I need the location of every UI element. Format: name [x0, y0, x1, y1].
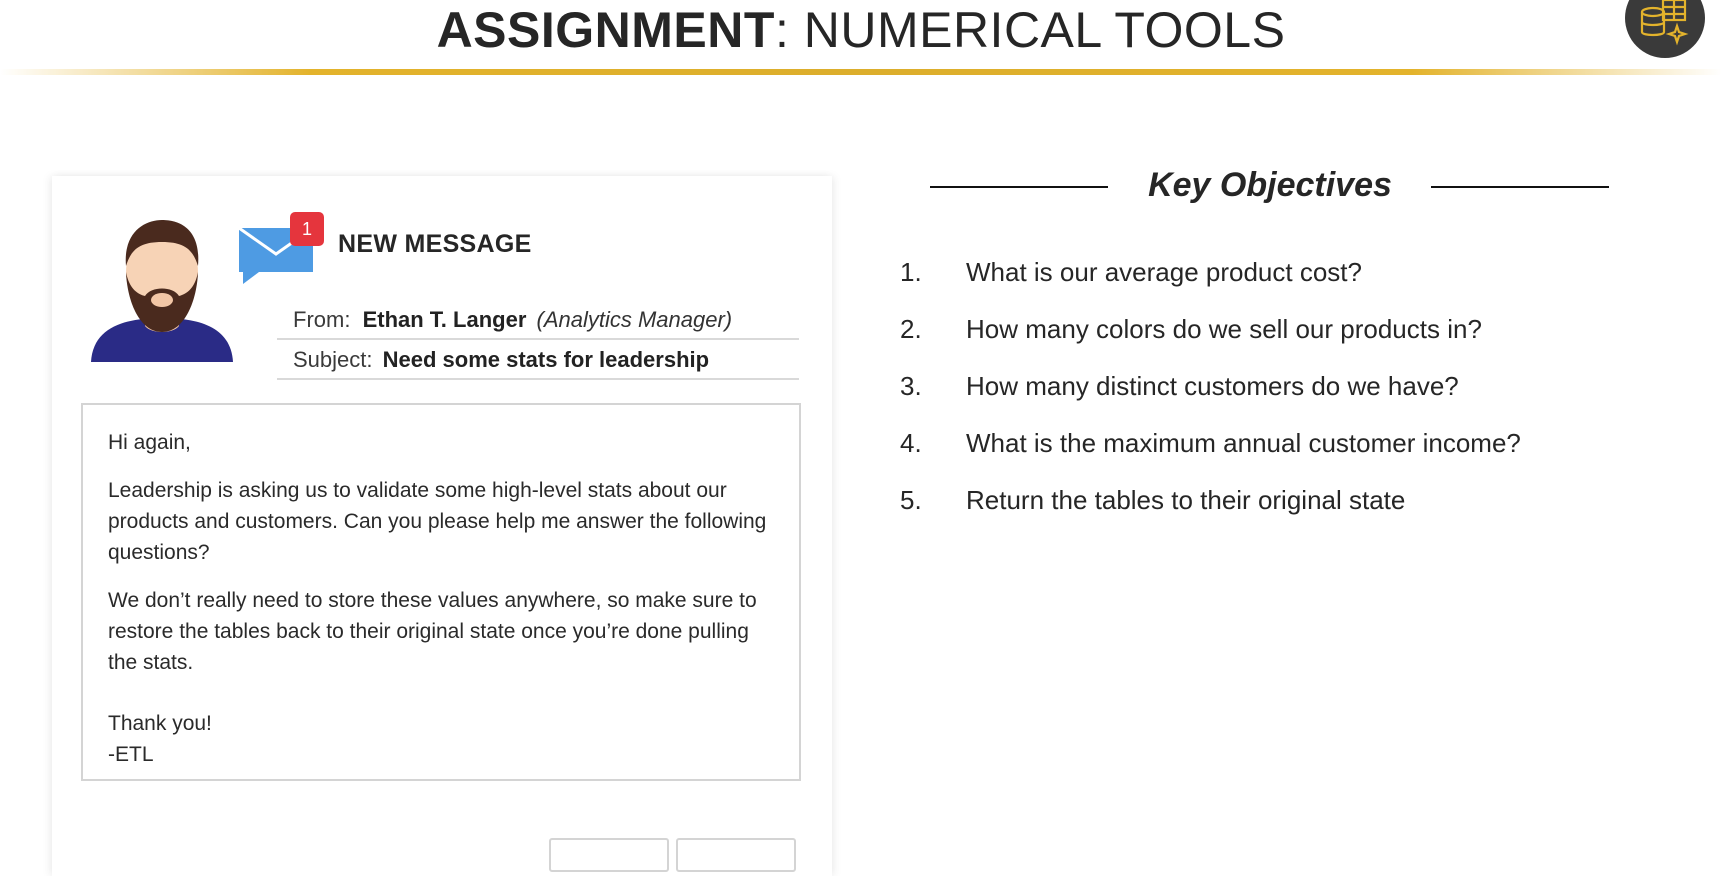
- objectives-title: Key Objectives: [1148, 166, 1392, 204]
- objective-number: 5.: [900, 485, 922, 515]
- objectives-list: 1. What is our average product cost? 2. Ho…: [900, 252, 1521, 537]
- signature: -ETL: [108, 743, 154, 766]
- objective-item: 4. What is the maximum annual customer in…: [900, 423, 1521, 480]
- new-message-heading: NEW MESSAGE: [338, 230, 532, 258]
- message-card: 1 NEW MESSAGE From: Ethan T. Langer (Ana…: [52, 176, 832, 876]
- objective-number: 3.: [900, 371, 922, 401]
- avatar: [91, 220, 233, 362]
- sender-name: Ethan T. Langer: [362, 307, 527, 332]
- objectives-rule-right: [1431, 186, 1609, 188]
- objective-text: Return the tables to their original stat…: [966, 485, 1406, 515]
- sender-role: (Analytics Manager): [536, 307, 733, 332]
- objective-text: What is the maximum annual customer inco…: [966, 428, 1521, 458]
- objectives-rule-left: [930, 186, 1108, 188]
- greeting: Hi again,: [108, 431, 191, 454]
- subject-label: Subject:: [293, 347, 373, 372]
- title-underline: [0, 69, 1722, 75]
- from-row: From: Ethan T. Langer (Analytics Manager…: [277, 300, 799, 340]
- signoff: Thank you! -ETL: [108, 708, 774, 770]
- action-button-right[interactable]: [676, 838, 796, 872]
- objective-item: 1. What is our average product cost?: [900, 252, 1521, 309]
- objective-item: 5. Return the tables to their original st…: [900, 480, 1521, 537]
- page-title: ASSIGNMENT: NUMERICAL TOOLS: [0, 0, 1722, 60]
- objective-item: 2. How many colors do we sell our product…: [900, 309, 1521, 366]
- objective-number: 1.: [900, 257, 922, 287]
- action-button-left[interactable]: [549, 838, 669, 872]
- objective-text: How many colors do we sell our products …: [966, 314, 1482, 344]
- body-paragraph-2: We don’t really need to store these valu…: [108, 589, 757, 674]
- objective-text: How many distinct customers do we have?: [966, 371, 1459, 401]
- objective-number: 2.: [900, 314, 922, 344]
- objective-item: 3. How many distinct customers do we have…: [900, 366, 1521, 423]
- title-bold-part: ASSIGNMENT: [436, 2, 775, 58]
- from-label: From:: [293, 307, 351, 332]
- subject-row: Subject: Need some stats for leadership: [277, 340, 799, 380]
- body-paragraph-1: Leadership is asking us to validate some…: [108, 479, 767, 564]
- message-body: Hi again, Leadership is asking us to val…: [81, 403, 801, 781]
- title-rest-part: : NUMERICAL TOOLS: [774, 2, 1286, 58]
- notification-badge: 1: [290, 212, 324, 246]
- title-bar: ASSIGNMENT: NUMERICAL TOOLS: [0, 0, 1722, 75]
- objective-text: What is our average product cost?: [966, 257, 1362, 287]
- objective-number: 4.: [900, 428, 922, 458]
- signoff-text: Thank you!: [108, 712, 212, 735]
- subject-text: Need some stats for leadership: [382, 347, 710, 372]
